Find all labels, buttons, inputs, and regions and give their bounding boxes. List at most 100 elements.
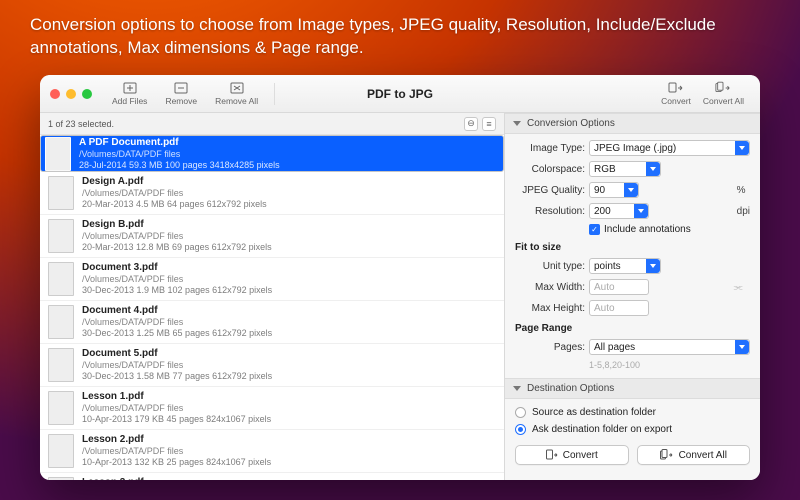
file-path: /Volumes/DATA/PDF files [79,149,280,159]
resolution-input[interactable]: 200 [589,203,649,219]
marketing-caption: Conversion options to choose from Image … [0,0,800,60]
destination-options-header[interactable]: Destination Options [505,378,760,399]
jpeg-quality-suffix: % [734,185,750,196]
convert-all-toolbar-button[interactable]: Convert All [697,81,750,106]
remove-all-button[interactable]: Remove All [209,81,264,106]
dest-source-label: Source as destination folder [532,407,656,418]
file-thumbnail [48,176,74,210]
convert-icon [668,81,684,95]
file-thumbnail [48,305,74,339]
radio-on-icon [515,424,526,435]
file-name: Lesson 2.pdf [82,434,271,445]
fit-to-size-header: Fit to size [515,242,750,253]
file-info: 10-Apr-2013 132 KB 25 pages 824x1067 pix… [82,457,271,467]
convert-all-toolbar-label: Convert All [703,96,744,106]
file-info: 20-Mar-2013 12.8 MB 69 pages 612x792 pix… [82,242,272,252]
colorspace-select[interactable]: RGB [589,161,661,177]
add-files-icon [122,81,138,95]
close-window-button[interactable] [50,89,60,99]
convert-button[interactable]: Convert [515,445,629,465]
file-list-row[interactable]: Document 5.pdf/Volumes/DATA/PDF files30-… [40,344,504,387]
file-list-row[interactable]: Document 3.pdf/Volumes/DATA/PDF files30-… [40,258,504,301]
app-window: Add Files Remove Remove All PDF to JPG [40,75,760,480]
filter-button[interactable]: ≡ [482,117,496,131]
convert-button-icon [546,449,558,461]
max-width-input[interactable]: Auto [589,279,649,295]
convert-toolbar-label: Convert [661,96,691,106]
window-controls [50,89,92,99]
remove-all-label: Remove All [215,96,258,106]
file-list-row[interactable]: Document 4.pdf/Volumes/DATA/PDF files30-… [40,301,504,344]
convert-toolbar-button[interactable]: Convert [655,81,697,106]
file-path: /Volumes/DATA/PDF files [82,446,271,456]
add-files-label: Add Files [112,96,147,106]
dest-ask-label: Ask destination folder on export [532,424,672,435]
resolution-suffix: dpi [734,206,750,217]
file-name: Document 4.pdf [82,305,272,316]
page-range-header: Page Range [515,323,750,334]
dest-ask-radio[interactable]: Ask destination folder on export [515,424,750,435]
max-width-label: Max Width: [515,282,585,293]
file-list-row[interactable]: Design B.pdf/Volumes/DATA/PDF files20-Ma… [40,215,504,258]
image-type-select[interactable]: JPEG Image (.jpg) [589,140,750,156]
file-name: Lesson 1.pdf [82,391,271,402]
file-path: /Volumes/DATA/PDF files [82,274,272,284]
file-info: 30-Dec-2013 1.9 MB 102 pages 612x792 pix… [82,285,272,295]
file-list-row[interactable]: Lesson 3.pdf/Volumes/DATA/PDF files [40,473,504,480]
file-path: /Volumes/DATA/PDF files [82,403,271,413]
remove-label: Remove [165,96,197,106]
file-name: Lesson 3.pdf [82,477,183,480]
dest-source-radio[interactable]: Source as destination folder [515,407,750,418]
file-info: 28-Jul-2014 59.3 MB 100 pages 3418x4285 … [79,160,280,170]
file-path: /Volumes/DATA/PDF files [82,360,272,370]
selection-status: 1 of 23 selected. [48,119,114,129]
file-list-row[interactable]: A PDF Document.pdf/Volumes/DATA/PDF file… [40,135,504,172]
file-name: A PDF Document.pdf [79,137,280,148]
resolution-label: Resolution: [515,206,585,217]
file-info: 20-Mar-2013 4.5 MB 64 pages 612x792 pixe… [82,199,267,209]
link-dimensions-icon[interactable]: ⫘ [734,282,750,293]
remove-icon [173,81,189,95]
chevron-down-icon [513,121,521,126]
add-files-button[interactable]: Add Files [106,81,153,106]
file-list-row[interactable]: Lesson 2.pdf/Volumes/DATA/PDF files10-Ap… [40,430,504,473]
file-info: 30-Dec-2013 1.58 MB 77 pages 612x792 pix… [82,371,272,381]
titlebar: Add Files Remove Remove All PDF to JPG [40,75,760,113]
jpeg-quality-label: JPEG Quality: [515,185,585,196]
pages-label: Pages: [515,342,585,353]
pages-select[interactable]: All pages [589,339,750,355]
file-path: /Volumes/DATA/PDF files [82,231,272,241]
max-height-input[interactable]: Auto [589,300,649,316]
file-name: Design B.pdf [82,219,272,230]
remove-all-icon [229,81,245,95]
include-annotations-checkbox[interactable]: ✓ Include annotations [589,224,750,235]
convert-all-button-label: Convert All [679,450,727,461]
colorspace-label: Colorspace: [515,164,585,175]
include-annotations-label: Include annotations [604,224,691,235]
file-name: Document 5.pdf [82,348,272,359]
file-thumbnail [48,434,74,468]
file-list-pane: 1 of 23 selected. ⊖ ≡ A PDF Document.pdf… [40,113,505,480]
file-list-row[interactable]: Lesson 1.pdf/Volumes/DATA/PDF files10-Ap… [40,387,504,430]
sort-button[interactable]: ⊖ [464,117,478,131]
unit-type-select[interactable]: points [589,258,661,274]
max-height-label: Max Height: [515,303,585,314]
conversion-options-header[interactable]: Conversion Options [505,113,760,134]
file-thumbnail [48,219,74,253]
file-list-row[interactable]: Design A.pdf/Volumes/DATA/PDF files20-Ma… [40,172,504,215]
file-list[interactable]: A PDF Document.pdf/Volumes/DATA/PDF file… [40,135,504,480]
remove-button[interactable]: Remove [159,81,203,106]
file-path: /Volumes/DATA/PDF files [82,188,267,198]
conversion-options-form: Image Type: JPEG Image (.jpg) Colorspace… [505,134,760,378]
jpeg-quality-input[interactable]: 90 [589,182,639,198]
minimize-window-button[interactable] [66,89,76,99]
convert-all-button[interactable]: Convert All [637,445,751,465]
file-thumbnail [48,477,74,480]
pages-hint: 1-5,8,20-100 [589,360,750,370]
file-thumbnail [45,137,71,171]
convert-all-button-icon [660,449,674,461]
file-name: Document 3.pdf [82,262,272,273]
conversion-options-title: Conversion Options [527,118,615,129]
zoom-window-button[interactable] [82,89,92,99]
unit-type-label: Unit type: [515,261,585,272]
